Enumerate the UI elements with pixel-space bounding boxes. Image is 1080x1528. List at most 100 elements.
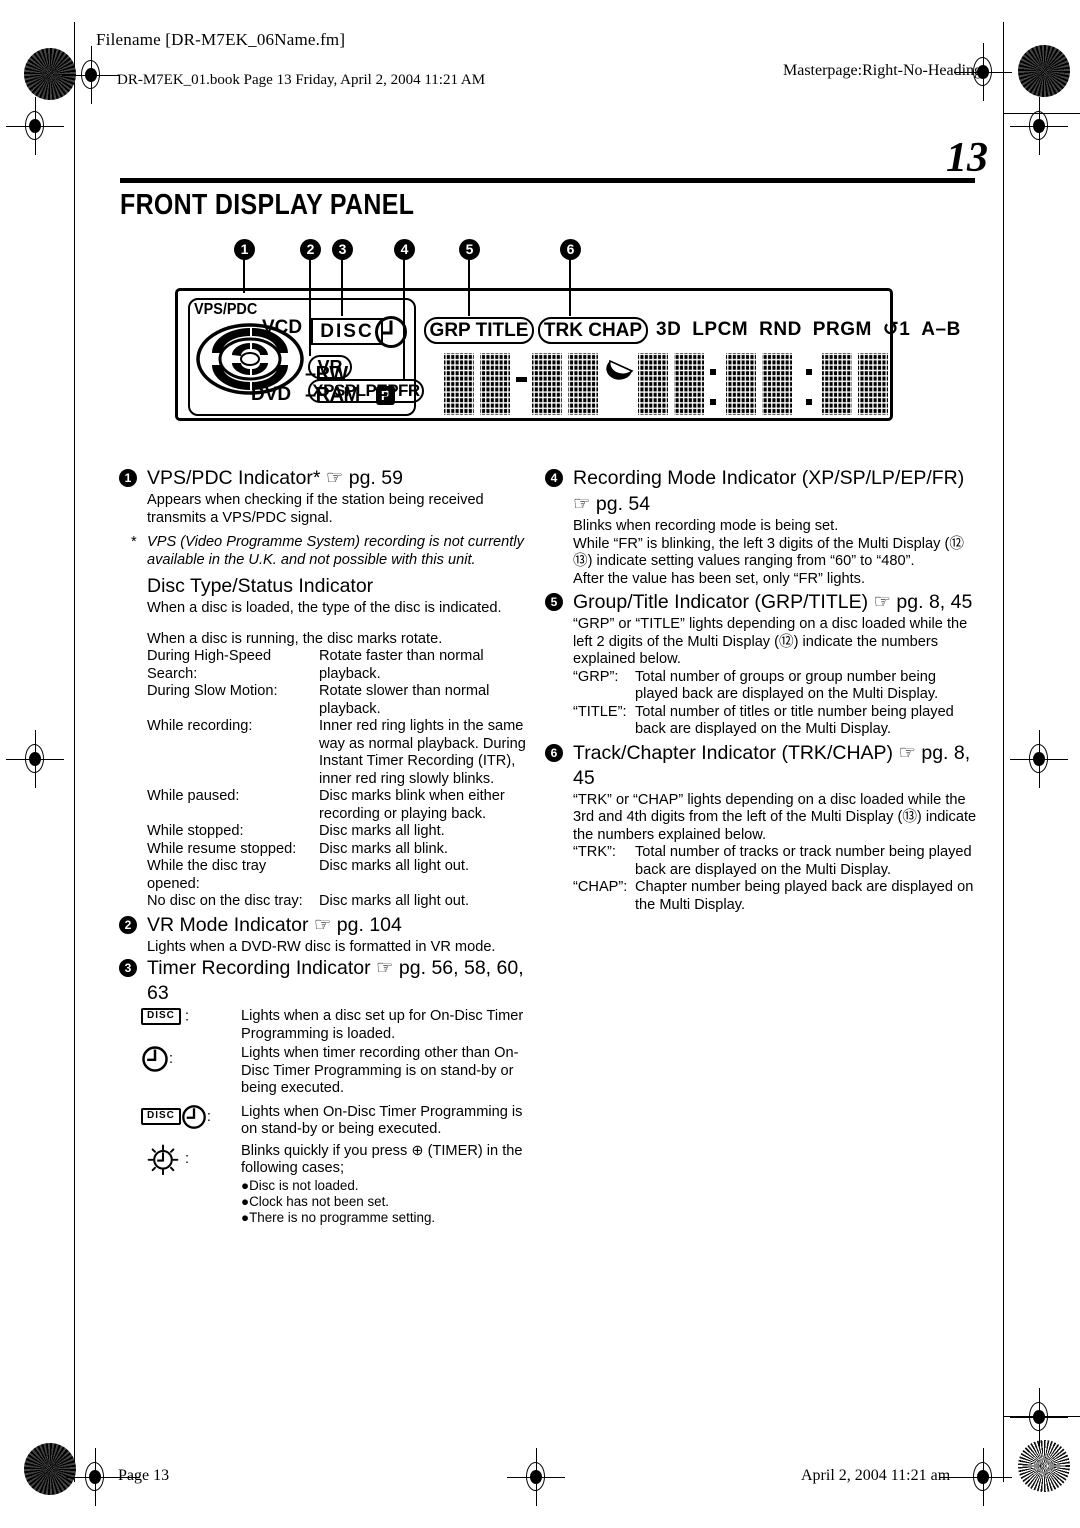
item-5-body: “GRP” or “TITLE” lights depending on a d… [573,616,968,667]
disc-status-desc: Disc marks all light out. [319,893,470,909]
item-5-term: “GRP”: [573,668,619,685]
vps-pdc-label: VPS/PDC [194,301,258,318]
trk-chap-token: TRK CHAP [538,317,648,344]
item-4-title: Recording Mode Indicator (XP/SP/LP/EP/FR… [573,467,965,489]
footnote-star: * [131,534,137,550]
item-6-title: Track/Chapter Indicator (TRK/CHAP) ☞ pg.… [573,741,971,789]
disc-status-desc: Disc marks all light out. [319,858,470,874]
disc-status-term: While the disc tray opened: [147,858,267,892]
disc-status-term: During Slow Motion: [147,683,278,699]
clock-icon [142,1046,168,1072]
timer-icon-cell: DISC : [141,1104,241,1130]
colon-1: : [180,1008,190,1025]
item-1-body: Appears when checking if the station bei… [147,492,484,526]
callout-3: 3 [332,239,353,260]
print-rosette-bottom-right [1018,1440,1070,1492]
item-6-desc: Total number of tracks or track number b… [635,844,972,878]
colon-4: : [185,1150,190,1167]
disc-status-term: While stopped: [147,823,244,839]
item-1-footnote: * VPS (Video Programme System) recording… [119,534,539,569]
item-2-body: Lights when a DVD-RW disc is formatted i… [147,938,496,955]
timer-bullet-2: ●Clock has not been set. [241,1193,390,1209]
print-rosette-bottom-left [24,1443,76,1495]
item-5-row: “TITLE”: Total number of titles or title… [545,704,977,739]
item-4-line-1: Blinks when recording mode is being set. [573,518,839,534]
flag-repeat: ↺1 [882,319,911,340]
disc-status-line-2: When a disc is running, the disc marks r… [147,630,443,647]
timer-row-clock: : Lights when timer recording other than… [119,1045,539,1098]
disc-status-row: During High-Speed Search: Rotate faster … [119,648,539,683]
timer-row-blinking-clock: : Blinks quickly if you press ⊕ (TIMER) … [119,1143,539,1178]
timer-row-desc: Blinks quickly if you press ⊕ (TIMER) in… [241,1142,523,1177]
timer-row-desc: Lights when a disc set up for On-Disc Ti… [241,1008,524,1042]
item-4-line-3: After the value has been set, only “FR” … [573,570,866,587]
registration-mark-bottom-center [507,1448,565,1506]
page-number: 13 [946,135,988,181]
disc-status-heading: Disc Type/Status Indicator [147,575,374,597]
item-6-term: “CHAP”: [573,879,628,895]
disc-token-icon: DISC [141,1108,181,1125]
registration-mark-mid-left-2 [6,730,64,788]
disc-status-row: During Slow Motion: Rotate slower than n… [119,683,539,718]
timer-icon-cell: : [141,1143,241,1175]
colon-2: : [169,1050,174,1067]
disc-status-row: While stopped: Disc marks all light. [119,823,539,841]
disc-mark-icon [196,323,304,395]
item-1-heading: 1 VPS/PDC Indicator* ☞ pg. 59 [119,466,539,491]
disc-status-desc: Rotate faster than normal playback. [319,648,484,682]
timer-row-disc: DISC : Lights when a disc set up for On-… [119,1008,539,1043]
flag-rnd: RND [759,319,802,340]
footer-page-label: Page 13 [118,1467,170,1484]
item-6-term: “TRK”: [573,844,616,860]
item-3-title: Timer Recording Indicator ☞ pg. 56, 58, … [147,957,524,1004]
item-5-title: Group/Title Indicator (GRP/TITLE) ☞ pg. … [573,591,973,613]
callout-1: 1 [234,239,255,260]
registration-mark-mid-right [1010,97,1068,155]
item-2-bullet: 2 [119,915,137,934]
header-book-line: DR-M7EK_01.book Page 13 Friday, April 2,… [117,72,486,88]
registration-mark-top-right-upper [1010,1388,1068,1446]
callout-4: 4 [394,239,415,260]
status-flags-row: 3D LPCM RND PRGM ↺1 A–B [656,318,972,341]
item-6-body: “TRK” or “CHAP” lights depending on a di… [573,791,977,843]
callout-5: 5 [459,239,480,260]
disc-status-term: No disc on the disc tray: [147,893,303,909]
disc-status-desc: Disc marks all light. [319,823,445,839]
item-5-desc: Total number of groups or group number b… [635,668,939,703]
disc-token-icon: DISC [141,1008,181,1025]
blinking-clock-icon [147,1143,179,1175]
flag-lpcm: LPCM [692,319,749,340]
item-4-bullet: 4 [545,469,563,487]
item-6-row: “TRK”: Total number of tracks or track n… [545,844,977,879]
item-5-heading: 5 Group/Title Indicator (GRP/TITLE) ☞ pg… [545,590,977,615]
grp-title-token: GRP TITLE [424,317,534,344]
timer-icon-cell: DISC : [141,1008,241,1026]
crop-line-right [1003,22,1005,1482]
disc-status-term: During High-Speed Search: [147,648,272,682]
item-5-row: “GRP”: Total number of groups or group n… [545,669,977,704]
registration-mark-mid-left [6,97,64,155]
item-3-bullet: 3 [119,959,137,977]
timer-clock-icon [375,316,407,348]
registration-mark-top-left [62,46,120,104]
crop-line-left [74,22,76,1482]
left-column: 1 VPS/PDC Indicator* ☞ pg. 59 Appears wh… [119,466,539,1226]
disc-status-row: While resume stopped: Disc marks all bli… [119,841,539,859]
disc-status-line-1: When a disc is loaded, the type of the d… [147,600,502,616]
header-masterpage: Masterpage:Right-No-Heading [783,62,983,79]
timer-bullet-3: ●There is no programme setting. [241,1209,436,1225]
timer-row-disc-clock: DISC : Lights when On-Disc Timer Program… [119,1104,539,1139]
disc-status-desc: Rotate slower than normal playback. [319,683,490,717]
item-2-heading: 2 VR Mode Indicator ☞ pg. 104 [119,913,539,938]
item-6-desc: Chapter number being played back are dis… [635,879,974,913]
item-4-page-ref: ☞ pg. 54 [573,493,651,515]
disc-status-row: While paused: Disc marks blink when eith… [119,788,539,823]
item-3-heading: 3 Timer Recording Indicator ☞ pg. 56, 58… [119,956,539,1006]
item-6-bullet: 6 [545,743,563,762]
registration-mark-mid-right-2 [1010,730,1068,788]
item-4-line-2: While “FR” is blinking, the left 3 digit… [573,535,964,570]
disc-status-desc: Disc marks all blink. [319,840,448,857]
item-6-heading: 6 Track/Chapter Indicator (TRK/CHAP) ☞ p… [545,741,977,791]
right-column: 4 Recording Mode Indicator (XP/SP/LP/EP/… [545,466,977,914]
